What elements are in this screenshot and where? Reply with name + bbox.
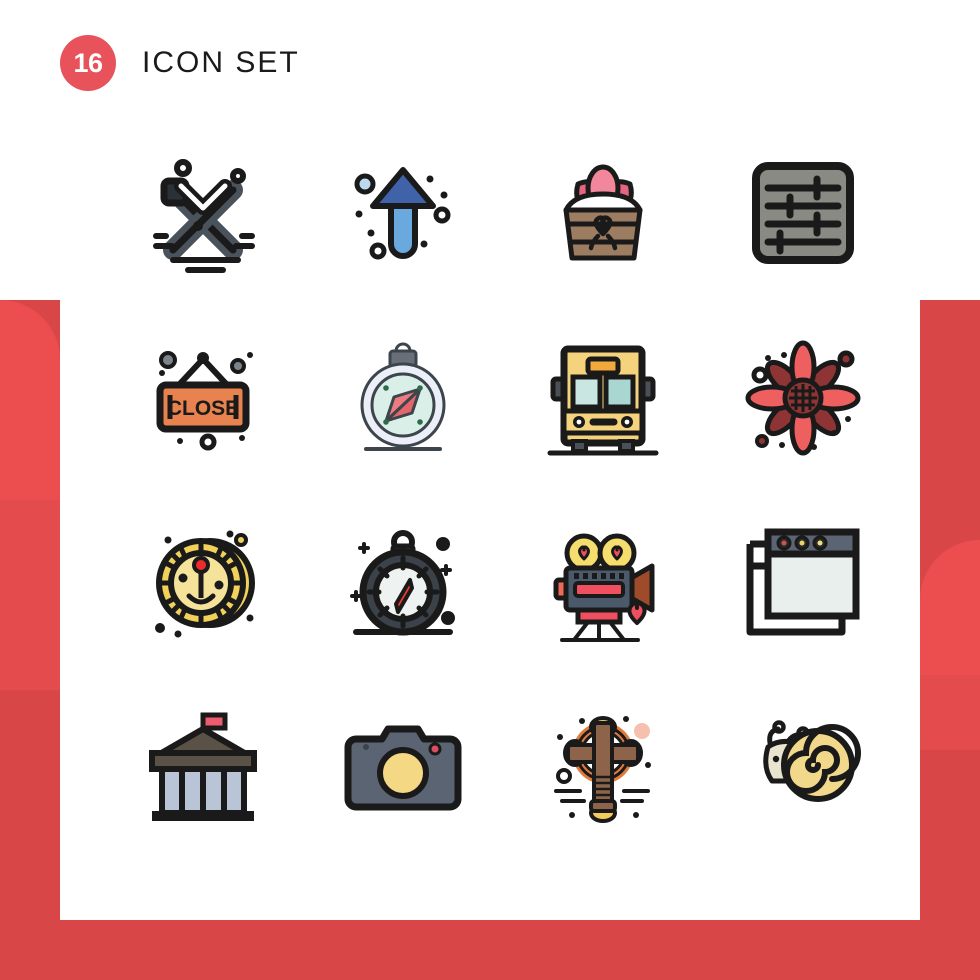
- icon-cell-crossed-hockey-sticks[interactable]: [110, 120, 295, 305]
- icon-cell-up-arrow-rocket[interactable]: [310, 120, 495, 305]
- easter-basket-icon: [563, 164, 642, 260]
- flower-icon: [745, 340, 860, 455]
- roulette-wheel-icon: [154, 530, 255, 637]
- compass-dark-icon: [349, 529, 455, 635]
- school-bus-icon: [547, 345, 658, 455]
- icon-cell-celtic-cross[interactable]: [510, 675, 695, 860]
- icon-set-card: 16 ICON SET CLOSE: [60, 0, 920, 920]
- icon-cell-compass-dark[interactable]: [310, 490, 495, 675]
- decor-left-bar-mid: [0, 500, 60, 980]
- decor-right-bar-mid: [920, 675, 980, 980]
- decor-left-bar-light: [0, 300, 60, 980]
- bank-building-icon: [148, 712, 257, 821]
- icon-cell-school-bus[interactable]: [510, 305, 695, 490]
- icon-cell-bank-building[interactable]: [110, 675, 295, 860]
- close-sign-text: CLOSE: [166, 397, 238, 420]
- icon-count-badge: 16: [60, 35, 116, 91]
- icon-cell-movie-camera-heart[interactable]: [510, 490, 695, 675]
- icon-cell-camera[interactable]: [310, 675, 495, 860]
- compass-light-icon: [360, 342, 445, 451]
- icon-cell-flower[interactable]: [710, 305, 895, 490]
- settings-sliders-icon: [751, 161, 854, 264]
- snail-icon: [762, 719, 861, 802]
- icon-cell-close-sign[interactable]: CLOSE: [110, 305, 295, 490]
- decor-right-bar-dark: [920, 750, 980, 980]
- icon-set-page: 16 ICON SET CLOSE: [0, 0, 980, 980]
- camera-icon: [344, 725, 461, 810]
- up-arrow-rocket-icon: [354, 166, 450, 259]
- celtic-cross-icon: [553, 715, 651, 823]
- icon-grid: CLOSE: [110, 120, 900, 860]
- icon-cell-snail[interactable]: [710, 675, 895, 860]
- icon-cell-browser-windows[interactable]: [710, 490, 895, 675]
- icon-cell-roulette-wheel[interactable]: [110, 490, 295, 675]
- decor-left-bar-dark: [0, 690, 60, 980]
- icon-cell-settings-sliders[interactable]: [710, 120, 895, 305]
- page-title: ICON SET: [142, 46, 300, 79]
- decor-right-bar-light: [920, 540, 980, 980]
- browser-windows-icon: [746, 528, 859, 635]
- page-header: 16 ICON SET: [60, 30, 920, 96]
- icon-cell-compass-light[interactable]: [310, 305, 495, 490]
- crossed-hockey-sticks-icon: [152, 158, 255, 273]
- movie-camera-heart-icon: [553, 533, 654, 642]
- icon-cell-easter-basket[interactable]: [510, 120, 695, 305]
- close-sign-icon: CLOSE: [156, 350, 253, 450]
